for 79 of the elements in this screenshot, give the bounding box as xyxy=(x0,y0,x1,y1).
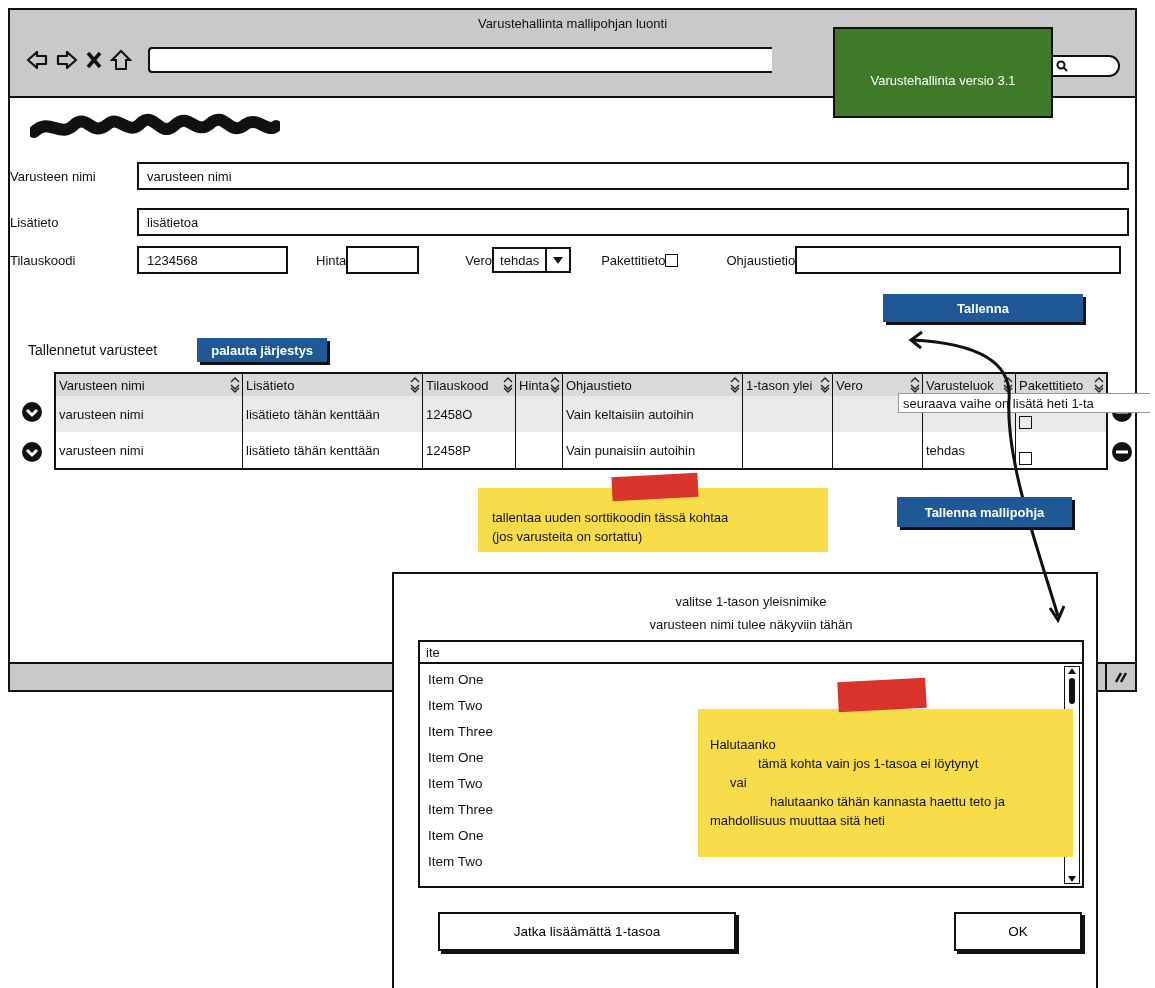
input-field[interactable]: lisätietoa xyxy=(137,208,1129,236)
column-header[interactable]: Vero xyxy=(832,374,922,396)
list-item[interactable]: Item Two xyxy=(428,848,483,874)
field-label: Tilauskoodi xyxy=(10,252,77,268)
column-header[interactable]: Tilauskood xyxy=(422,374,515,396)
caret-icon xyxy=(553,255,564,265)
sort-icon[interactable] xyxy=(1094,377,1104,393)
address-field[interactable] xyxy=(148,47,772,73)
save-template-button[interactable]: Tallenna mallipohja xyxy=(897,497,1072,527)
table-cell: Vain keltaisiin autoihin xyxy=(566,406,694,422)
column-header[interactable]: Ohjaustieto xyxy=(562,374,742,396)
table-cell: lisätieto tähän kenttään xyxy=(246,442,380,458)
checkbox-label: Pakettitieto xyxy=(601,252,666,268)
list-item[interactable]: Item One xyxy=(428,666,484,692)
table-row[interactable]: varusteen nimi lisätieto tähän kenttään 12458P Vain punaisiin autoihin tehdas xyxy=(56,432,1106,468)
continue-button[interactable]: Jatka lisäämättä 1-tasoa xyxy=(438,912,736,951)
reset-order-button[interactable]: palauta järjestys xyxy=(197,338,328,362)
scroll-up-icon[interactable] xyxy=(1067,667,1077,675)
field-label: Hinta xyxy=(316,252,347,268)
back-icon[interactable] xyxy=(26,50,48,70)
table-cell: tehdas xyxy=(926,442,966,458)
window-title: Varustehallinta mallipohjan luonti xyxy=(477,16,668,31)
sort-icon[interactable] xyxy=(410,377,420,393)
dialog-subtitle: varusteen nimi tulee näkyviin tähän xyxy=(648,617,854,632)
search-field[interactable]: ite xyxy=(418,640,1084,664)
dropdown[interactable]: tehdas xyxy=(492,247,572,273)
remove-icon[interactable] xyxy=(1112,442,1132,462)
sort-icon[interactable] xyxy=(1003,377,1013,393)
sticky-note: Halutaanko tämä kohta vain jos 1-tasoa ei löytynyt vai halutaanko tähän kannasta haettu teto ja mahdollisuus muuttaa sitä heti xyxy=(698,709,1073,857)
expand-icon[interactable] xyxy=(22,442,42,462)
scroll-down-icon[interactable] xyxy=(1067,875,1077,883)
search-field[interactable] xyxy=(1052,55,1120,77)
checkbox[interactable] xyxy=(1019,452,1032,465)
field-label: Vero xyxy=(465,252,493,268)
column-header[interactable]: Lisätieto xyxy=(242,374,422,396)
column-header[interactable]: Pakettitieto xyxy=(1015,374,1106,396)
resize-grip-icon[interactable] xyxy=(1114,671,1128,683)
close-icon[interactable] xyxy=(86,51,102,69)
search-icon[interactable] xyxy=(1056,60,1068,72)
list-item[interactable]: Item One xyxy=(428,744,484,770)
checkbox[interactable] xyxy=(1019,416,1032,429)
checkbox[interactable] xyxy=(665,253,679,267)
sort-icon[interactable] xyxy=(730,377,740,393)
table-cell: varusteen nimi xyxy=(59,442,144,458)
table-cell: 12458O xyxy=(426,406,473,422)
column-header[interactable]: Varusteen nimi xyxy=(56,374,242,396)
field-label: Ohjaustietio xyxy=(726,252,796,268)
list-item[interactable]: Item One xyxy=(428,822,484,848)
input-field[interactable]: 1234568 xyxy=(137,246,288,274)
version-badge: Varustehallinta versio 3.1 xyxy=(833,27,1053,118)
home-icon[interactable] xyxy=(110,49,132,71)
dialog-title: valitse 1-tason yleisnimike xyxy=(674,594,828,609)
list-item[interactable]: Item Two xyxy=(428,770,483,796)
table-cell: lisätieto tähän kenttään xyxy=(246,406,380,422)
sort-icon[interactable] xyxy=(550,377,560,393)
scroll-thumb[interactable] xyxy=(1069,678,1075,704)
forward-icon[interactable] xyxy=(56,50,78,70)
table-cell: 12458P xyxy=(426,442,471,458)
list-item[interactable]: Item Three xyxy=(428,718,494,744)
column-header[interactable]: 1-tason ylei xyxy=(742,374,832,396)
field-label: Lisätieto xyxy=(10,214,60,230)
sort-icon[interactable] xyxy=(820,377,830,393)
save-button[interactable]: Tallenna xyxy=(883,294,1083,322)
input-field[interactable]: varusteen nimi xyxy=(137,162,1129,190)
field-label: Varusteen nimi xyxy=(10,168,97,184)
table-cell: Vain punaisiin autoihin xyxy=(566,442,696,458)
list-item[interactable]: Item Three xyxy=(428,796,494,822)
sticky-note: tallentaa uuden sorttikoodin tässä kohtaa (jos varusteita on sortattu) xyxy=(478,488,828,552)
column-header[interactable]: Hinta xyxy=(515,374,562,396)
sort-icon[interactable] xyxy=(503,377,513,393)
table-cell: varusteen nimi xyxy=(59,406,144,422)
sort-icon[interactable] xyxy=(230,377,240,393)
section-label: Tallennetut varusteet xyxy=(28,342,158,358)
sort-icon[interactable] xyxy=(910,377,920,393)
ok-button[interactable]: OK xyxy=(954,912,1082,951)
expand-icon[interactable] xyxy=(22,402,42,422)
input-field[interactable] xyxy=(795,246,1121,274)
input-field[interactable] xyxy=(346,246,420,274)
list-item[interactable]: Item Two xyxy=(428,692,483,718)
